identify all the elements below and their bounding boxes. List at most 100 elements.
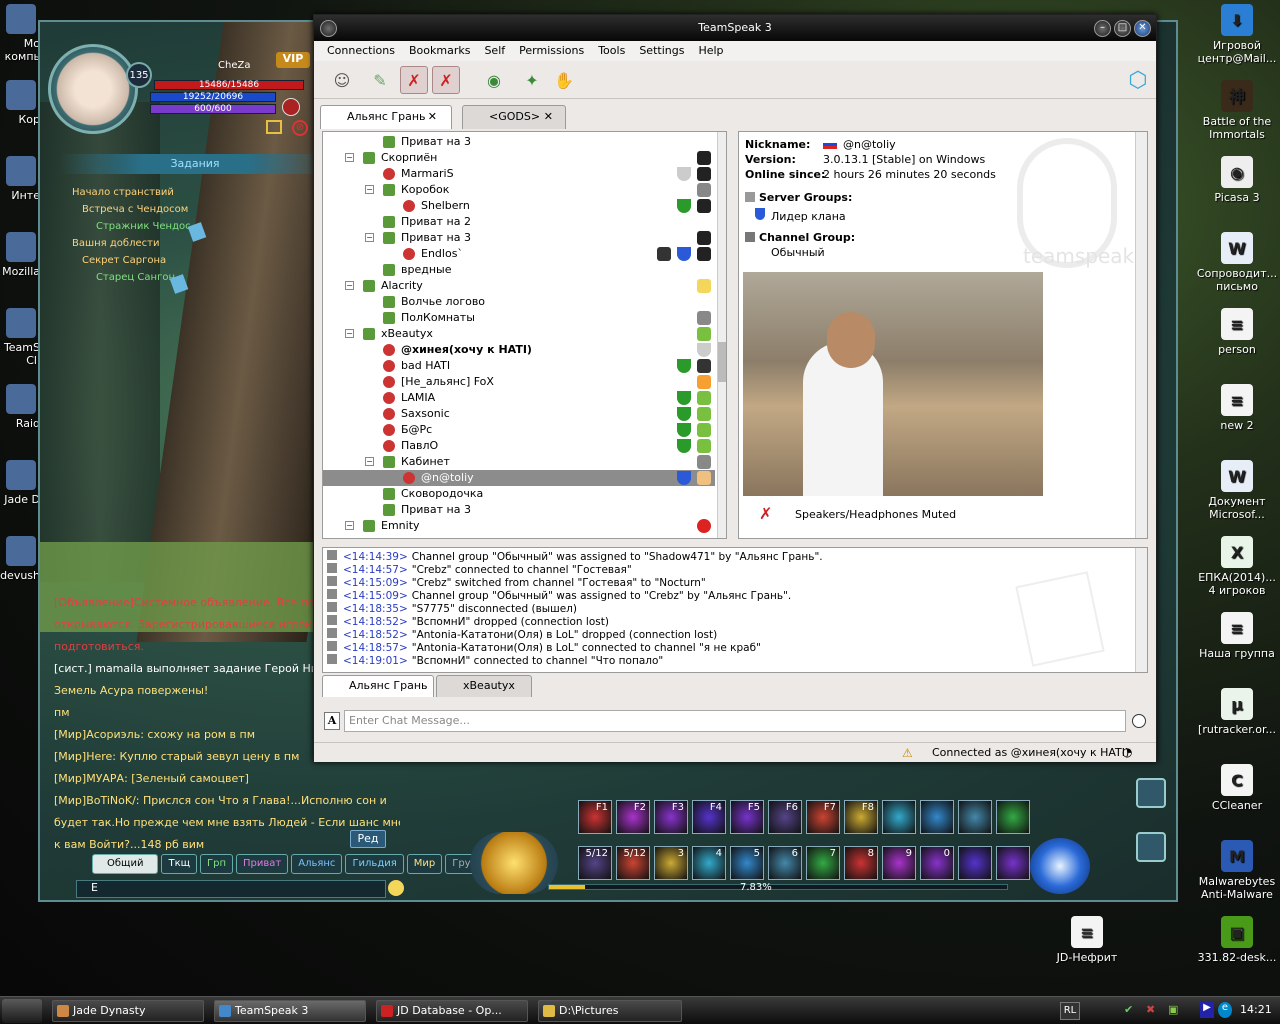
desktop-icon[interactable]: X ЕПКА(2014)... 4 игроков: [1196, 536, 1278, 597]
skill-slot[interactable]: F8: [844, 800, 878, 834]
channel-row[interactable]: ПолКомнаты: [323, 310, 715, 326]
item-slot[interactable]: 6: [768, 846, 802, 880]
skill-slot[interactable]: [958, 800, 992, 834]
quest-item[interactable]: Начало странствий: [56, 184, 256, 201]
chat-channel-tab[interactable]: Грп: [200, 854, 234, 874]
close-icon[interactable]: ✕: [544, 106, 553, 128]
close-button[interactable]: ✕: [1134, 20, 1151, 37]
desktop-icon[interactable]: ◉ Picasa 3: [1196, 156, 1278, 204]
away-icon[interactable]: ✦: [518, 66, 546, 94]
desktop-icon[interactable]: ≡ Наша группа: [1196, 612, 1278, 660]
maximize-button[interactable]: □: [1114, 20, 1131, 37]
desktop-icon[interactable]: C CCleaner: [1196, 764, 1278, 812]
item-slot[interactable]: 8: [844, 846, 878, 880]
taskbar-item[interactable]: JD Database - Op...: [376, 1000, 528, 1022]
desktop-icon[interactable]: TeamS Cli: [0, 308, 40, 367]
menu-help[interactable]: Help: [691, 41, 730, 61]
channel-row[interactable]: − Emnity: [323, 518, 715, 534]
chat-channel-tab[interactable]: Общий: [92, 854, 159, 874]
chat-channel-tab[interactable]: Ткщ: [161, 854, 198, 874]
channel-row[interactable]: Приват на 3: [323, 502, 715, 518]
emoji-icon[interactable]: [388, 880, 404, 896]
skill-slot[interactable]: F5: [730, 800, 764, 834]
taskbar-item[interactable]: D:\Pictures: [538, 1000, 682, 1022]
teamspeak-logo-icon[interactable]: ⬡: [1124, 66, 1152, 94]
channel-row[interactable]: − xBeautyx: [323, 326, 715, 342]
channel-row[interactable]: − Приват на 3: [323, 230, 715, 246]
item-slot[interactable]: 3: [654, 846, 688, 880]
client-row[interactable]: Б@Рс: [323, 422, 715, 438]
tab-chat-alliance[interactable]: Альянс Грань: [322, 675, 434, 697]
channel-row[interactable]: − Коробок: [323, 182, 715, 198]
desktop-icon[interactable]: ⬇ Игровой центр@Mail...: [1196, 4, 1278, 65]
desktop-icon[interactable]: ≡ new 2: [1196, 384, 1278, 432]
desktop-icon[interactable]: Кор: [0, 80, 40, 126]
channel-row[interactable]: − Кабинет: [323, 454, 715, 470]
menu-bookmarks[interactable]: Bookmarks: [402, 41, 477, 61]
item-slot[interactable]: 5/12: [616, 846, 650, 880]
desktop-icon[interactable]: Инте: [0, 156, 40, 202]
menu-settings[interactable]: Settings: [632, 41, 691, 61]
collapse-icon[interactable]: −: [365, 185, 374, 194]
menu-tools[interactable]: Tools: [591, 41, 632, 61]
item-slot[interactable]: [996, 846, 1030, 880]
collapse-icon[interactable]: −: [345, 329, 354, 338]
mute-microphone-icon[interactable]: ✗: [400, 66, 428, 94]
language-indicator[interactable]: RL: [1060, 1002, 1080, 1020]
chat-channel-tab[interactable]: Приват: [236, 854, 289, 874]
close-icon[interactable]: ✕: [428, 106, 437, 128]
item-slot[interactable]: 5: [730, 846, 764, 880]
chat-message-input[interactable]: Enter Chat Message...: [344, 710, 1126, 732]
side-panel-icon[interactable]: [1136, 832, 1166, 862]
yin-yang-menu-icon[interactable]: [1030, 838, 1090, 894]
desktop-icon[interactable]: ▣ 331.82-desk...: [1196, 916, 1278, 964]
skill-slot[interactable]: [920, 800, 954, 834]
log-scrollbar[interactable]: [1135, 548, 1147, 672]
game-chat-input[interactable]: E: [76, 880, 386, 898]
media-player-icon[interactable]: ▶: [1200, 1002, 1214, 1018]
desktop-icon[interactable]: M Malwarebytes Anti-Malware: [1196, 840, 1278, 901]
collapse-icon[interactable]: −: [365, 233, 374, 242]
channel-row[interactable]: вредные: [323, 262, 715, 278]
item-slot[interactable]: 0: [920, 846, 954, 880]
desktop-icon[interactable]: µ [rutracker.or...: [1196, 688, 1278, 736]
menu-permissions[interactable]: Permissions: [512, 41, 591, 61]
collapse-icon[interactable]: −: [345, 521, 354, 530]
vip-badge[interactable]: VIP: [276, 52, 310, 68]
tray-icon[interactable]: ▣: [1168, 1003, 1184, 1019]
client-row[interactable]: [Не_альянс] FoX: [323, 374, 715, 390]
item-slot[interactable]: 9: [882, 846, 916, 880]
taskbar-item[interactable]: Jade Dynasty: [52, 1000, 204, 1022]
subscribe-icon[interactable]: ◉: [480, 66, 508, 94]
chat-channel-tab[interactable]: Альянс: [291, 854, 343, 874]
character-portrait[interactable]: [48, 44, 138, 134]
channel-row[interactable]: Сковородочка: [323, 486, 715, 502]
skill-slot[interactable]: [996, 800, 1030, 834]
channel-row[interactable]: − Скорпиён: [323, 150, 715, 166]
tree-scrollbar[interactable]: [717, 132, 726, 538]
taskbar-item[interactable]: TeamSpeak 3: [214, 1000, 366, 1022]
text-format-icon[interactable]: A: [324, 712, 340, 730]
connect-icon[interactable]: ☺: [328, 66, 356, 94]
channel-row[interactable]: − Alacrity: [323, 278, 715, 294]
desktop-icon[interactable]: W Документ Microsof...: [1196, 460, 1278, 521]
chat-channel-tab[interactable]: Гильдия: [345, 854, 404, 874]
hands-icon[interactable]: ✋: [550, 66, 578, 94]
channel-row[interactable]: Волчье логово: [323, 294, 715, 310]
skill-slot[interactable]: F3: [654, 800, 688, 834]
client-row[interactable]: MarmariS: [323, 166, 715, 182]
item-slot[interactable]: 4: [692, 846, 726, 880]
client-row[interactable]: LAMIA: [323, 390, 715, 406]
quest-item[interactable]: Стражник Чендос: [56, 218, 256, 235]
collapse-icon[interactable]: −: [345, 153, 354, 162]
tray-icon[interactable]: ✔: [1124, 1003, 1140, 1019]
desktop-icon[interactable]: ≡ person: [1196, 308, 1278, 356]
chat-channel-tab[interactable]: Мир: [406, 854, 443, 874]
skill-slot[interactable]: F2: [616, 800, 650, 834]
side-panel-icon[interactable]: [1136, 778, 1166, 808]
tab-server-alliance[interactable]: Альянс Грань ✕: [320, 105, 452, 129]
pk-icon[interactable]: [282, 98, 300, 116]
quest-item[interactable]: Старец Сангон: [56, 269, 256, 286]
bookmark-icon[interactable]: ✎: [366, 66, 394, 94]
desktop-icon[interactable]: devush: [0, 536, 40, 582]
